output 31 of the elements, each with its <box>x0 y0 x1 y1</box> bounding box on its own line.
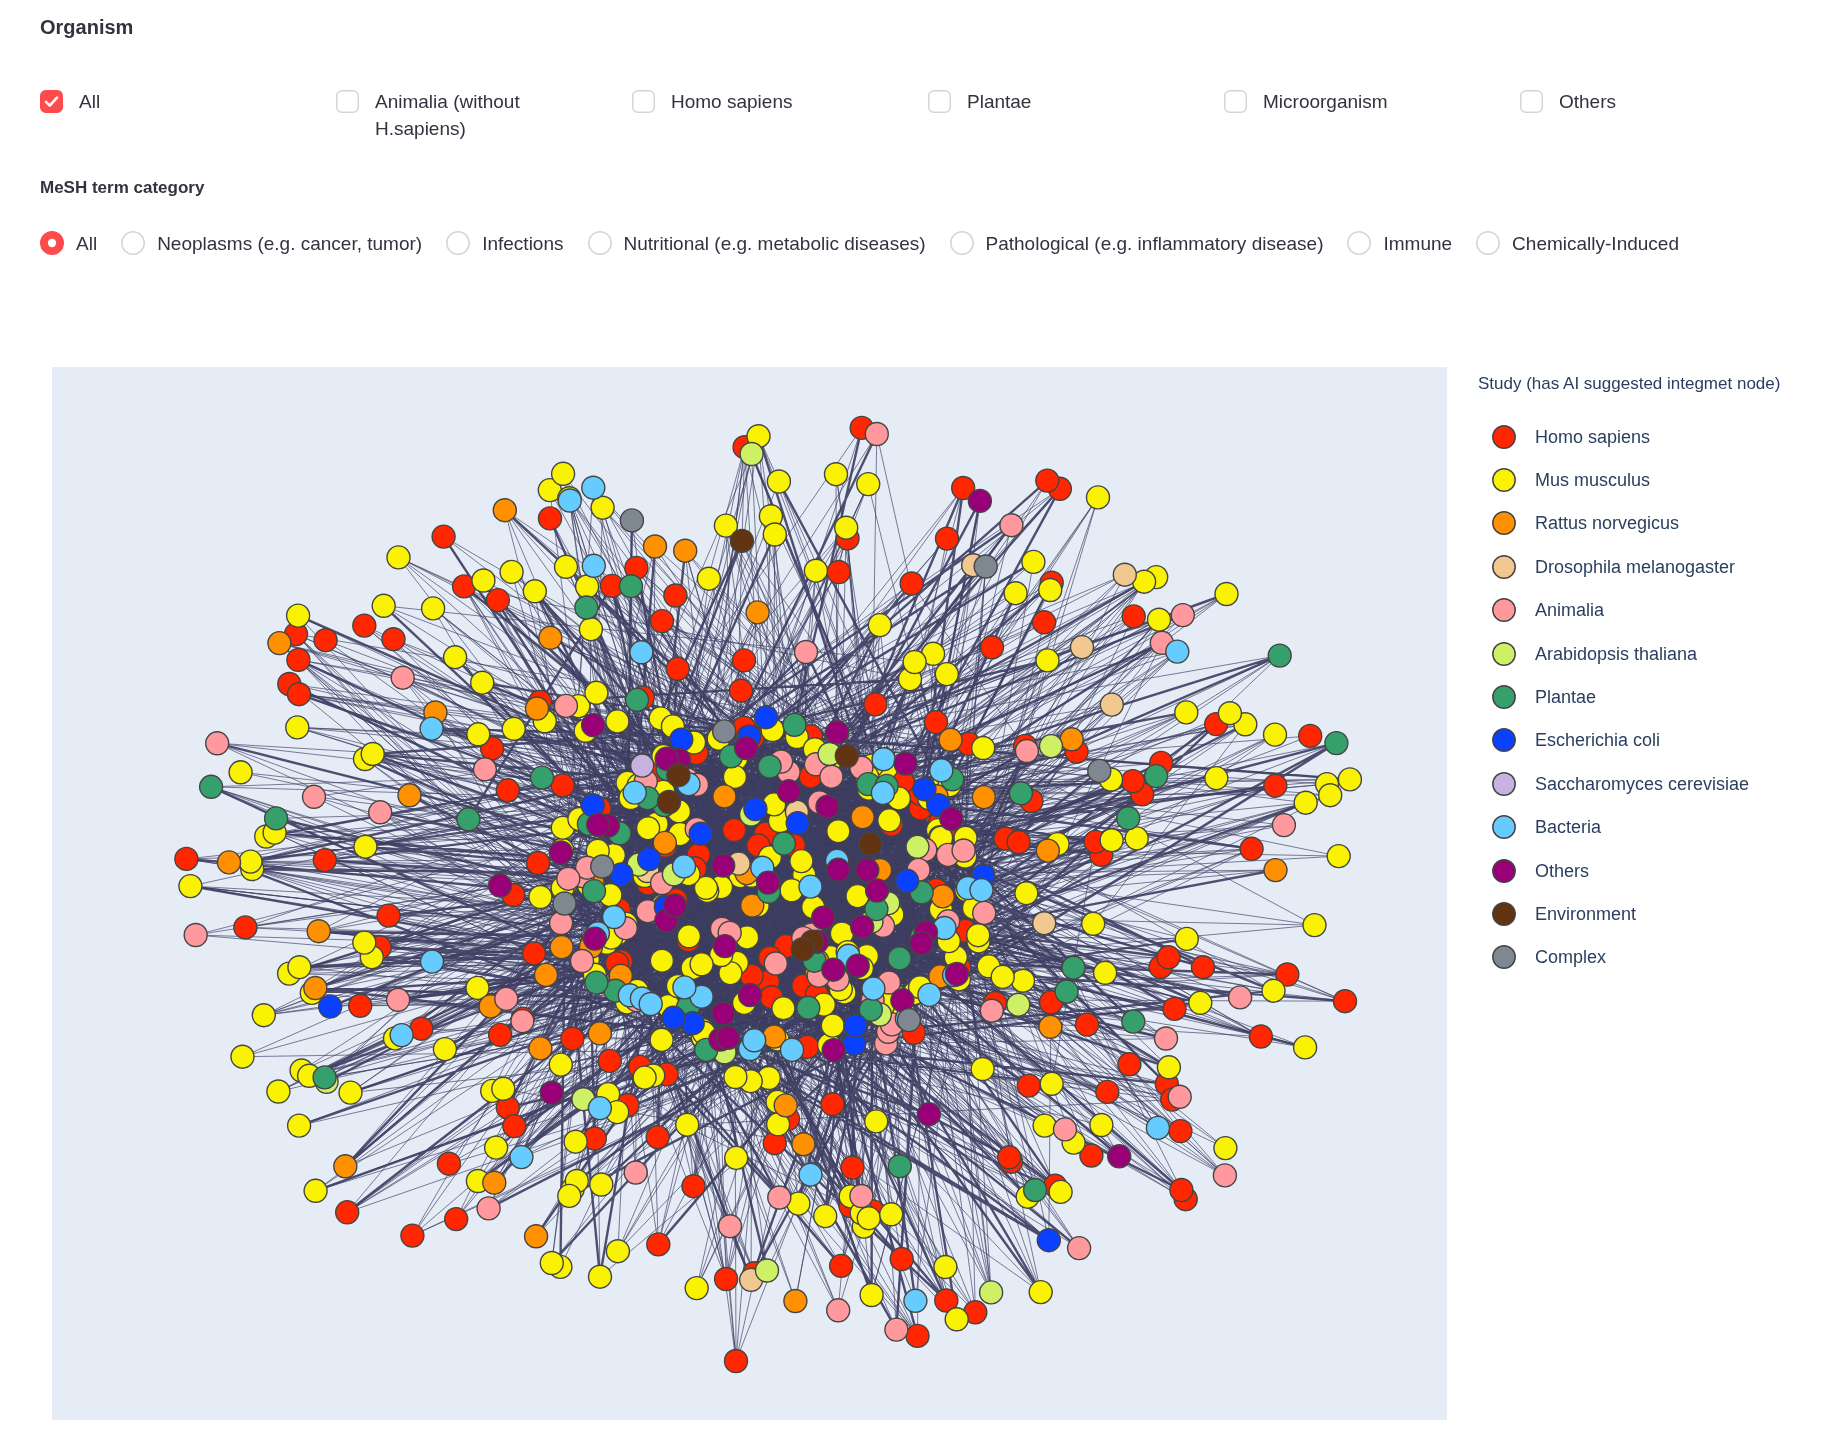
legend-item[interactable]: Homo sapiens <box>1535 424 1651 449</box>
legend-item[interactable]: Saccharomyces cerevisiae <box>1535 771 1750 796</box>
legend-item[interactable]: Escherichia coli <box>1535 728 1661 753</box>
legend-title: Study (has AI suggested integmet node) <box>1478 373 1781 395</box>
legend-item[interactable]: Mus musculus <box>1535 468 1651 493</box>
radio-button[interactable] <box>40 231 64 255</box>
radio-label[interactable]: All <box>76 229 98 257</box>
checkbox-label[interactable]: Animalia (without H.sapiens) <box>375 87 565 142</box>
legend-item[interactable]: Arabidopsis thaliana <box>1535 641 1698 666</box>
checkbox-label[interactable]: Homo sapiens <box>671 87 793 115</box>
legend-item[interactable]: Drosophila melanogaster <box>1535 554 1736 579</box>
legend-item[interactable]: Plantae <box>1535 685 1597 710</box>
legend-item[interactable]: Complex <box>1535 945 1607 970</box>
checkbox-label[interactable]: Microorganism <box>1263 87 1388 115</box>
legend-item[interactable]: Animalia <box>1535 598 1605 623</box>
radio-label[interactable]: Pathological (e.g. inflammatory disease) <box>985 229 1324 257</box>
checkbox[interactable] <box>40 89 63 113</box>
checkbox-label[interactable]: Plantae <box>967 87 1032 115</box>
legend-item[interactable]: Environment <box>1535 902 1637 926</box>
legend-item[interactable]: Rattus norvegicus <box>1535 511 1680 536</box>
section-title: Organism <box>40 16 134 38</box>
radio-label[interactable]: Chemically-Induced <box>1512 229 1679 257</box>
legend-item[interactable]: Bacteria <box>1535 815 1602 840</box>
radio-label[interactable]: Neoplasms (e.g. cancer, tumor) <box>157 229 423 257</box>
checkbox-label[interactable]: All <box>79 87 101 115</box>
radio-label[interactable]: Immune <box>1383 229 1453 257</box>
radio-label[interactable]: Infections <box>482 229 564 257</box>
checkbox-label[interactable]: Others <box>1559 87 1617 115</box>
radio-label[interactable]: Nutritional (e.g. metabolic diseases) <box>623 229 926 257</box>
section-title: MeSH term category <box>40 178 205 197</box>
legend-item[interactable]: Others <box>1535 858 1590 883</box>
